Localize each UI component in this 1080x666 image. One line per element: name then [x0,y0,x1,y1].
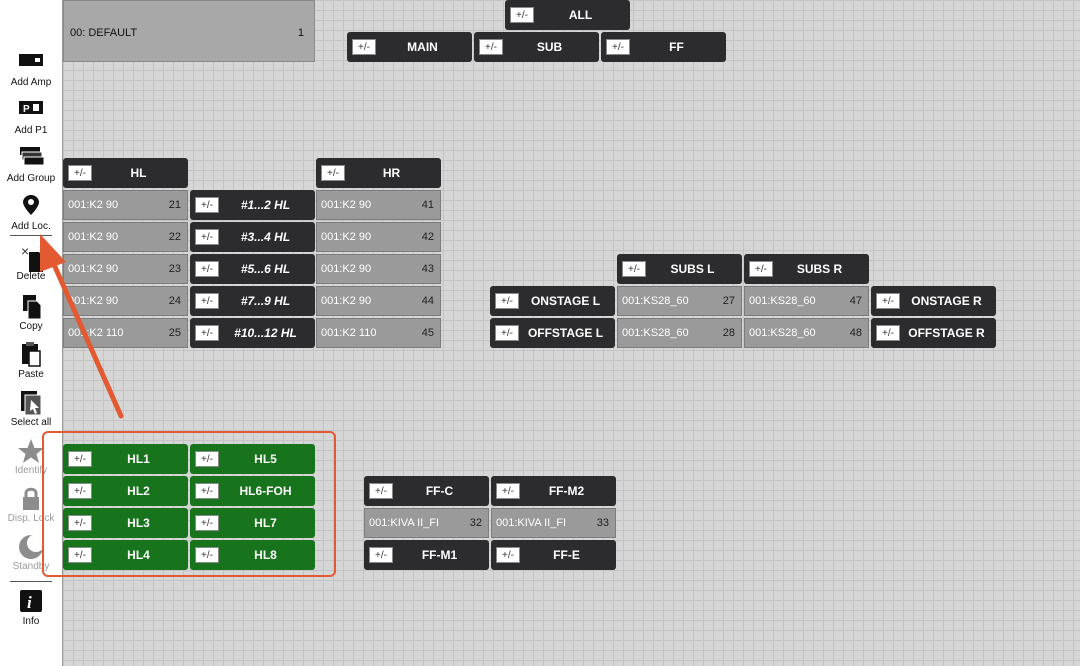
annotation-arrow [40,234,124,419]
